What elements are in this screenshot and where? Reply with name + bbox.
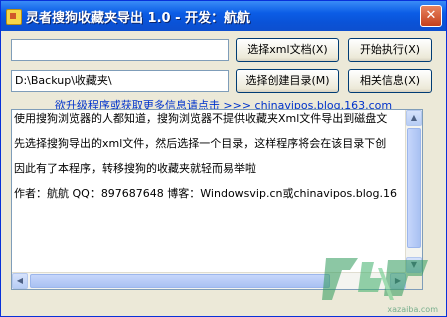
info-button[interactable]: 相关信息(X) [348, 69, 432, 93]
description-textarea[interactable]: 使用搜狗浏览器的人都知道，搜狗浏览器不提供收藏夹Xml文件导出到磁盘文 先选择搜… [11, 109, 423, 290]
vertical-scrollbar[interactable]: ▲ ▼ [405, 110, 422, 273]
scroll-corner [406, 273, 422, 289]
description-line: 因此有了本程序，转移搜狗的收藏夹就轻而易举啦 [14, 162, 256, 175]
output-dir-input[interactable]: D:\Backup\收藏夹\ [11, 70, 229, 92]
horizontal-scroll-thumb[interactable] [30, 274, 330, 288]
scroll-left-icon[interactable]: ◀ [12, 273, 28, 289]
watermark-text: xazaiba.com [387, 305, 438, 314]
close-icon: ✕ [425, 8, 437, 23]
scroll-right-icon[interactable]: ▶ [390, 273, 406, 289]
vertical-scroll-thumb[interactable] [407, 128, 421, 248]
scroll-up-icon[interactable]: ▲ [406, 110, 422, 126]
scroll-down-icon[interactable]: ▼ [406, 257, 422, 273]
select-xml-button[interactable]: 选择xml文档(X) [236, 38, 339, 62]
select-dir-button[interactable]: 选择创建目录(M) [236, 69, 339, 93]
close-button[interactable]: ✕ [420, 5, 442, 27]
description-text: 使用搜狗浏览器的人都知道，搜狗浏览器不提供收藏夹Xml文件导出到磁盘文 先选择搜… [14, 112, 416, 212]
description-line: 先选择搜狗导出的xml文件，然后选择一个目录，这样程序将会在该目录下创 [14, 137, 387, 150]
title-bar[interactable]: 灵者搜狗收藏夹导出 1.0 - 开发：航航 ✕ [1, 1, 446, 31]
app-window: 灵者搜狗收藏夹导出 1.0 - 开发：航航 ✕ 选择xml文档(X) 开始执行(… [0, 0, 447, 317]
description-line: 使用搜狗浏览器的人都知道，搜狗浏览器不提供收藏夹Xml文件导出到磁盘文 [14, 112, 388, 125]
start-button[interactable]: 开始执行(X) [348, 38, 432, 62]
app-icon [6, 9, 22, 25]
xml-path-input[interactable] [11, 39, 229, 61]
window-title: 灵者搜狗收藏夹导出 1.0 - 开发：航航 [26, 11, 251, 26]
description-line: 作者：航航 QQ：897687648 博客：Windowsvip.cn或chin… [14, 187, 398, 200]
horizontal-scrollbar[interactable]: ◀ ▶ [12, 272, 406, 289]
